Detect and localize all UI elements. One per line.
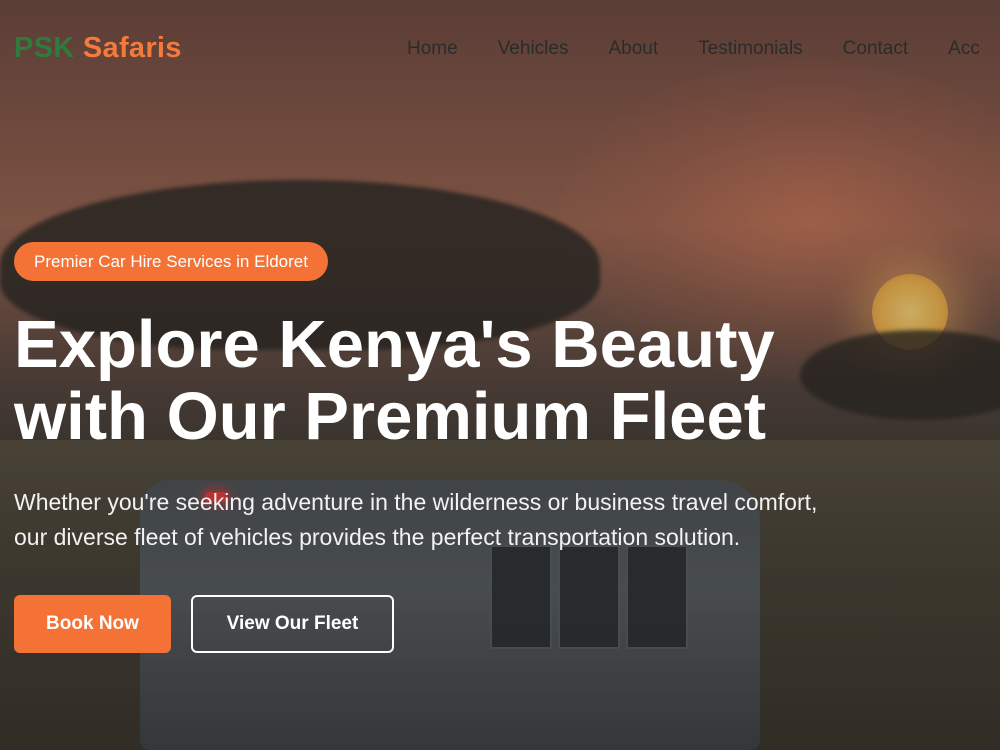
logo-text-safaris: Safaris bbox=[82, 32, 182, 64]
hero-headline-line1: Explore Kenya's Beauty bbox=[14, 307, 775, 382]
hero-badge: Premier Car Hire Services in Eldoret bbox=[14, 242, 328, 281]
hero-content: Premier Car Hire Services in Eldoret Exp… bbox=[14, 242, 894, 653]
hero-section: PSK Safaris Home Vehicles About Testimon… bbox=[0, 0, 1000, 750]
hero-headline-line2: with Our Premium Fleet bbox=[14, 379, 767, 454]
nav-link-contact[interactable]: Contact bbox=[843, 38, 908, 60]
view-fleet-button[interactable]: View Our Fleet bbox=[191, 595, 394, 653]
nav-link-testimonials[interactable]: Testimonials bbox=[698, 38, 803, 60]
nav-links: Home Vehicles About Testimonials Contact… bbox=[407, 38, 1000, 60]
nav-link-about[interactable]: About bbox=[608, 38, 658, 60]
logo-text-psk: PSK bbox=[14, 32, 75, 64]
book-now-button[interactable]: Book Now bbox=[14, 595, 171, 653]
navbar: PSK Safaris Home Vehicles About Testimon… bbox=[0, 0, 1000, 100]
site-logo[interactable]: PSK Safaris bbox=[14, 32, 182, 65]
nav-link-account[interactable]: Acc bbox=[948, 38, 980, 60]
hero-description: Whether you're seeking adventure in the … bbox=[14, 489, 818, 550]
hero-button-row: Book Now View Our Fleet bbox=[14, 595, 894, 653]
nav-link-vehicles[interactable]: Vehicles bbox=[498, 38, 569, 60]
hero-headline: Explore Kenya's Beauty with Our Premium … bbox=[14, 309, 874, 453]
nav-link-home[interactable]: Home bbox=[407, 38, 458, 60]
